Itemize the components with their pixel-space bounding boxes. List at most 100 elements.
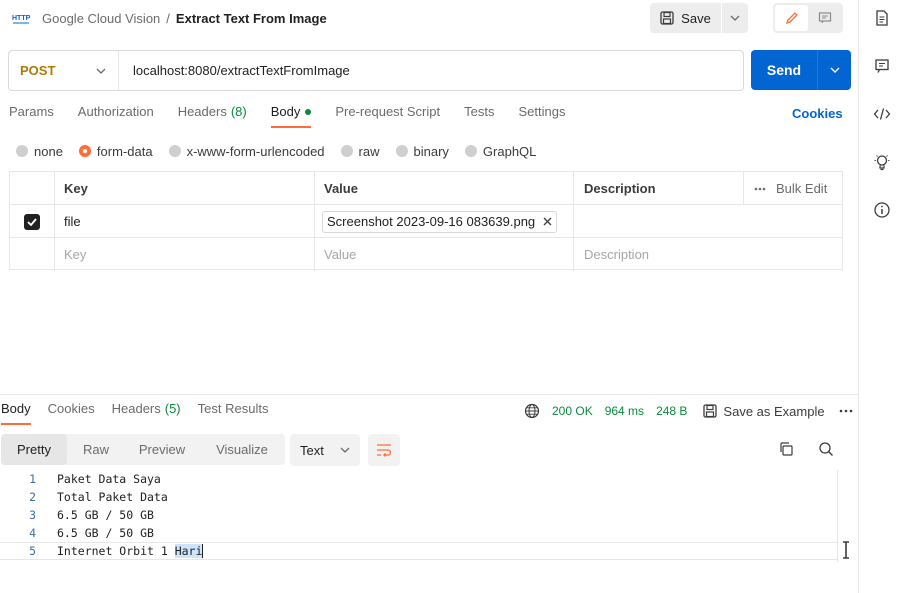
save-icon [703, 404, 718, 418]
method-select[interactable]: POST [9, 51, 119, 90]
new-value-input[interactable]: Value [314, 238, 574, 271]
http-icon: HTTP [12, 10, 30, 26]
radio-urlencoded[interactable] [168, 145, 181, 157]
body-type-graphql[interactable]: GraphQL [464, 143, 537, 159]
view-visualize[interactable]: Visualize [199, 434, 285, 465]
table-row: file Screenshot 2023-09-16 083639.png [10, 205, 842, 238]
breadcrumb-separator: / [166, 10, 170, 26]
edit-mode-button[interactable] [775, 5, 808, 31]
tab-settings[interactable]: Settings [518, 104, 565, 126]
bulk-edit-label: Bulk Edit [776, 181, 828, 196]
status-code[interactable]: 200 OK [552, 404, 593, 418]
send-button[interactable]: Send [751, 50, 818, 90]
save-button-group: Save [650, 3, 748, 33]
send-dropdown-button[interactable] [818, 50, 851, 90]
radio-binary[interactable] [395, 145, 408, 157]
radio-graphql[interactable] [464, 145, 477, 157]
row-value-cell[interactable]: Screenshot 2023-09-16 083639.png [314, 205, 574, 238]
info-icon[interactable] [873, 201, 891, 219]
save-button[interactable]: Save [650, 3, 722, 33]
chevron-down-icon [96, 68, 106, 74]
response-body-editor[interactable]: 1 Paket Data Saya 2 Total Paket Data 3 6.5 … [0, 470, 850, 570]
radio-form-data[interactable] [78, 145, 91, 157]
editor-scrollbar[interactable] [837, 470, 851, 562]
body-type-graphql-label: GraphQL [482, 143, 537, 159]
tab-pre-request-label: Pre-request Script [335, 104, 441, 119]
new-description-input[interactable]: Description [573, 238, 842, 271]
format-select[interactable]: Text [290, 434, 360, 466]
save-dropdown-button[interactable] [722, 3, 748, 33]
row-checkbox-cell [10, 205, 54, 238]
bulb-icon[interactable] [873, 153, 891, 171]
search-icon[interactable] [818, 441, 834, 457]
table-row-empty: Key Value Description [10, 238, 842, 271]
view-preview[interactable]: Preview [125, 434, 199, 465]
request-title[interactable]: Extract Text From Image [176, 11, 327, 26]
body-type-binary[interactable]: binary [395, 144, 449, 159]
globe-icon[interactable] [524, 403, 540, 419]
radio-raw[interactable] [340, 145, 353, 157]
radio-none[interactable] [16, 145, 28, 157]
document-icon[interactable] [873, 9, 891, 27]
comment-icon [818, 11, 832, 25]
code-line: 4 6.5 GB / 50 GB [0, 524, 838, 542]
close-icon[interactable] [543, 217, 552, 226]
view-raw[interactable]: Raw [67, 434, 125, 465]
value-header-label: Value [324, 181, 358, 196]
line-number: 4 [29, 526, 36, 540]
comment-icon[interactable] [873, 57, 891, 75]
breadcrumb-collection[interactable]: Google Cloud Vision [42, 11, 160, 26]
body-indicator-dot [305, 109, 312, 115]
tab-params-label: Params [9, 104, 54, 119]
code-line: 3 6.5 GB / 50 GB [0, 506, 838, 524]
comment-mode-button[interactable] [808, 5, 841, 31]
row-description-cell[interactable] [573, 205, 842, 238]
code-line: 2 Total Paket Data [0, 488, 838, 506]
body-type-urlencoded-label: x-www-form-urlencoded [186, 143, 325, 159]
tab-response-body[interactable]: Body [1, 401, 31, 425]
tab-pre-request-script[interactable]: Pre-request Script [335, 104, 440, 126]
body-type-raw[interactable]: raw [340, 144, 380, 159]
response-headers-count: (5) [164, 401, 181, 416]
response-divider[interactable] [0, 394, 858, 395]
save-as-example-button[interactable]: Save as Example [703, 403, 825, 419]
tab-body[interactable]: Body [270, 104, 312, 128]
value-placeholder: Value [324, 247, 357, 262]
tab-response-headers[interactable]: Headers (5) [112, 401, 181, 423]
line-number: 5 [29, 544, 36, 558]
tab-params[interactable]: Params [9, 104, 54, 126]
key-placeholder: Key [64, 247, 87, 262]
tab-test-results[interactable]: Test Results [198, 401, 269, 423]
chevron-down-icon [730, 15, 740, 21]
response-time[interactable]: 964 ms [605, 404, 644, 418]
response-size[interactable]: 248 B [656, 404, 687, 418]
wrap-lines-button[interactable] [368, 434, 400, 466]
url-input[interactable]: localhost:8080/extractTextFromImage [119, 63, 743, 78]
line-text: 6.5 GB / 50 GB [57, 508, 154, 522]
response-view-tabs: Pretty Raw Preview Visualize [1, 434, 285, 465]
file-chip: Screenshot 2023-09-16 083639.png [322, 210, 558, 233]
row-checkbox[interactable] [24, 213, 40, 230]
more-icon[interactable] [839, 409, 853, 413]
bulk-edit-button[interactable]: Bulk Edit [754, 181, 827, 196]
view-pretty[interactable]: Pretty [1, 434, 67, 465]
chevron-down-icon [830, 67, 840, 73]
body-type-none[interactable]: none [16, 144, 63, 159]
request-tabs: Params Authorization Headers (8) Body Pre… [9, 104, 589, 128]
cookies-link[interactable]: Cookies [792, 106, 843, 121]
save-as-example-label: Save as Example [723, 403, 825, 419]
method-label: POST [20, 63, 56, 78]
tab-tests[interactable]: Tests [464, 104, 494, 126]
tab-authorization[interactable]: Authorization [78, 104, 154, 126]
selected-text: Hari [174, 544, 203, 558]
tab-response-cookies[interactable]: Cookies [48, 401, 95, 423]
copy-icon[interactable] [778, 441, 794, 457]
tab-headers[interactable]: Headers (8) [178, 104, 247, 126]
tab-response-cookies-label: Cookies [47, 401, 95, 416]
new-key-input[interactable]: Key [54, 238, 314, 271]
tab-response-body-label: Body [1, 401, 31, 416]
code-icon[interactable] [873, 105, 891, 123]
row-key-cell[interactable]: file [54, 205, 314, 238]
body-type-form-data[interactable]: form-data [78, 144, 153, 159]
body-type-urlencoded[interactable]: x-www-form-urlencoded [168, 143, 325, 159]
